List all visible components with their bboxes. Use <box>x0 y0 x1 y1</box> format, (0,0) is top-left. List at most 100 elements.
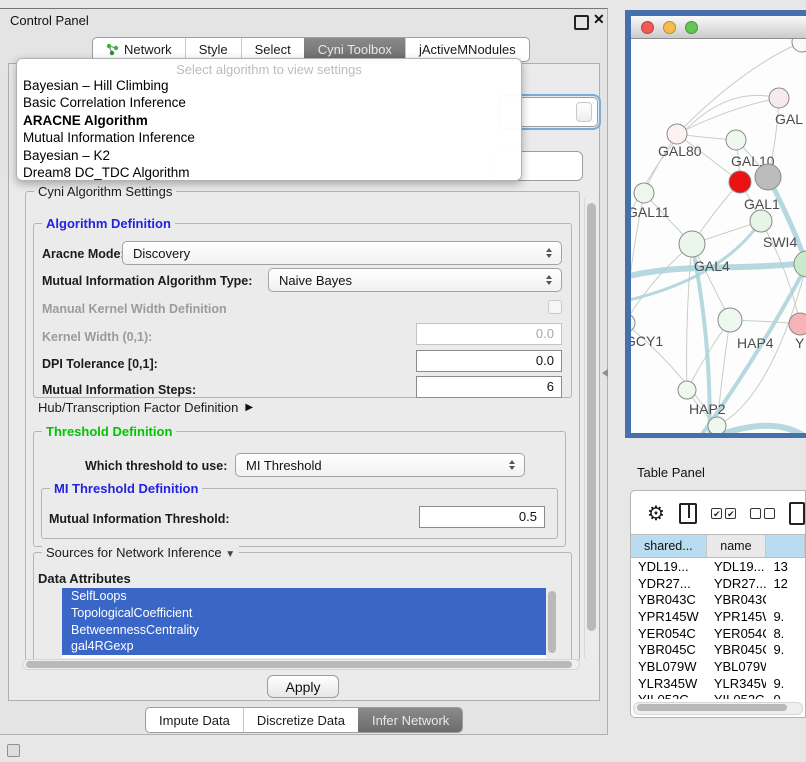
node-gal-partial[interactable] <box>769 88 789 108</box>
table-row[interactable]: YDR27...YDR27...12 <box>631 575 805 592</box>
manual-kernel-checkbox[interactable] <box>548 300 562 314</box>
table-row[interactable]: YPR145WYPR145W9. <box>631 608 805 625</box>
data-attribute-item[interactable]: gal4RGexp <box>62 638 546 655</box>
table-row[interactable]: YLR345WYLR345W9. <box>631 675 805 692</box>
settings-group-title: Cyni Algorithm Settings <box>34 184 176 199</box>
table-row[interactable]: YBL079WYBL079W <box>631 658 805 675</box>
table-cell: YBL079W <box>631 659 707 674</box>
network-edge[interactable] <box>677 98 779 134</box>
algorithm-definition-title: Algorithm Definition <box>42 216 175 231</box>
table-row[interactable]: YER054CYER054C8. <box>631 625 805 642</box>
mi-type-label: Mutual Information Algorithm Type: <box>42 274 252 288</box>
table-cell: 13 <box>766 559 805 574</box>
tab-label: Cyni Toolbox <box>318 42 392 57</box>
node-HAP4[interactable] <box>718 308 742 332</box>
aracne-mode-combobox[interactable]: Discovery <box>122 241 562 265</box>
table-cell: 9. <box>766 642 805 657</box>
attributes-scrollbar[interactable] <box>547 589 558 657</box>
node-GAL80[interactable] <box>667 124 687 144</box>
table-cell: YER054C <box>631 626 707 641</box>
algorithm-option[interactable]: Basic Correlation Inference <box>17 94 521 111</box>
data-attribute-item[interactable]: TopologicalCoefficient <box>62 605 546 622</box>
mac-close-icon[interactable] <box>641 21 654 34</box>
aracne-mode-label: Aracne Mode: <box>42 247 125 261</box>
node-GAL1[interactable] <box>750 210 772 232</box>
gear-icon[interactable]: ⚙ <box>647 504 665 524</box>
algorithm-option[interactable]: ARACNE Algorithm <box>17 112 521 129</box>
attributes-scrollbar-thumb[interactable] <box>548 591 556 653</box>
node-gray[interactable] <box>755 164 781 190</box>
table-row[interactable]: YBR045CYBR045C9. <box>631 641 805 658</box>
sources-group-title[interactable]: Sources for Network Inference ▼ <box>42 545 239 560</box>
which-threshold-label: Which threshold to use: <box>85 459 227 473</box>
settings-horizontal-scrollbar-thumb[interactable] <box>26 661 572 668</box>
tab-discretize-data[interactable]: Discretize Data <box>243 708 358 732</box>
collapsed-panel-icon[interactable] <box>7 744 20 757</box>
document-icon[interactable] <box>789 502 805 525</box>
which-threshold-combobox[interactable]: MI Threshold <box>235 453 525 477</box>
network-window-titlebar[interactable] <box>631 16 806 39</box>
node-SWI4[interactable] <box>794 251 806 277</box>
apply-button[interactable]: Apply <box>267 675 339 698</box>
table-cell: YBR043C <box>707 592 767 607</box>
node-GAL4[interactable] <box>679 231 705 257</box>
mi-type-combobox[interactable]: Naive Bayes <box>268 268 562 292</box>
node-GAL1-label: GAL1 <box>744 196 780 212</box>
network-canvas[interactable]: GALGAL80GAL10GAL11GAL1SWI4GAL4GCY1HAP4YH… <box>631 39 806 433</box>
kernel-width-label: Kernel Width (0,1): <box>42 330 152 344</box>
node-GCY1[interactable] <box>631 314 635 332</box>
network-graph[interactable]: GALGAL80GAL10GAL11GAL1SWI4GAL4GCY1HAP4YH… <box>631 39 806 433</box>
mi-threshold-field[interactable]: 0.5 <box>419 506 545 528</box>
algorithm-option[interactable]: Dream8 DC_TDC Algorithm <box>17 164 521 181</box>
network-view-window: GALGAL80GAL10GAL11GAL1SWI4GAL4GCY1HAP4YH… <box>625 10 806 438</box>
table-horizontal-scrollbar[interactable] <box>633 702 803 715</box>
network-edge-highlighted[interactable] <box>768 177 806 264</box>
float-window-icon[interactable] <box>574 15 589 30</box>
cyni-mode-tabbar: Impute DataDiscretize DataInfer Network <box>145 707 463 733</box>
table-row[interactable]: YIL052CYIL052C9 <box>631 692 805 700</box>
node-red[interactable] <box>729 171 751 193</box>
column-header[interactable] <box>766 535 805 557</box>
control-panel-title: Control Panel <box>10 13 89 28</box>
node-GAL11[interactable] <box>634 183 654 203</box>
data-attribute-item[interactable]: SelfLoops <box>62 588 546 605</box>
node-GAL10[interactable] <box>726 130 746 150</box>
algorithm-option[interactable]: Bayesian – K2 <box>17 147 521 164</box>
settings-horizontal-scrollbar[interactable] <box>22 659 580 670</box>
node-HAP4-label: HAP4 <box>737 335 774 351</box>
node-bottom-partial[interactable] <box>708 417 726 433</box>
table-horizontal-scrollbar-thumb[interactable] <box>637 704 787 711</box>
node-top-partial[interactable] <box>792 39 806 52</box>
checked-pair-icon[interactable]: ✔✔ <box>711 508 736 519</box>
node-SWI4-label: SWI4 <box>763 234 797 250</box>
columns-icon[interactable] <box>679 503 697 524</box>
mac-zoom-icon[interactable] <box>685 21 698 34</box>
mi-steps-field[interactable]: 6 <box>416 376 562 398</box>
node-HAP2[interactable] <box>678 381 696 399</box>
tab-infer-network[interactable]: Infer Network <box>358 708 462 732</box>
table-panel-title: Table Panel <box>637 465 705 480</box>
settings-vertical-scrollbar-thumb[interactable] <box>587 203 596 631</box>
table-cell: 9 <box>766 692 805 699</box>
algorithm-option[interactable]: Mutual Information Inference <box>17 129 521 146</box>
column-header[interactable]: shared... <box>631 535 707 557</box>
data-attribute-item[interactable]: BetweennessCentrality <box>62 622 546 639</box>
data-attributes-list[interactable]: SelfLoopsTopologicalCoefficientBetweenne… <box>62 588 546 658</box>
mac-minimize-icon[interactable] <box>663 21 676 34</box>
tab-impute-data[interactable]: Impute Data <box>146 708 243 732</box>
hub-definition-section[interactable]: Hub/Transcription Factor Definition ▶ <box>38 400 253 415</box>
close-icon[interactable]: ✕ <box>593 14 605 25</box>
node-Y-partial[interactable] <box>789 313 806 335</box>
table-cell: YIL052C <box>631 692 707 699</box>
unchecked-pair-icon[interactable] <box>750 508 775 519</box>
kernel-width-field[interactable]: 0.0 <box>416 323 562 345</box>
column-header[interactable]: name <box>707 535 767 557</box>
algorithm-option[interactable]: Bayesian – Hill Climbing <box>17 77 521 94</box>
splitter-collapse-icon[interactable] <box>602 369 608 377</box>
table-row[interactable]: YDL19...YDL19...13 <box>631 558 805 575</box>
table-cell: YBR045C <box>707 642 767 657</box>
settings-vertical-scrollbar[interactable] <box>584 195 597 661</box>
algorithm-dropdown-popup: Select algorithm to view settings Bayesi… <box>16 58 522 181</box>
table-row[interactable]: YBR043CYBR043C <box>631 591 805 608</box>
dpi-tolerance-field[interactable]: 0.0 <box>416 350 562 372</box>
